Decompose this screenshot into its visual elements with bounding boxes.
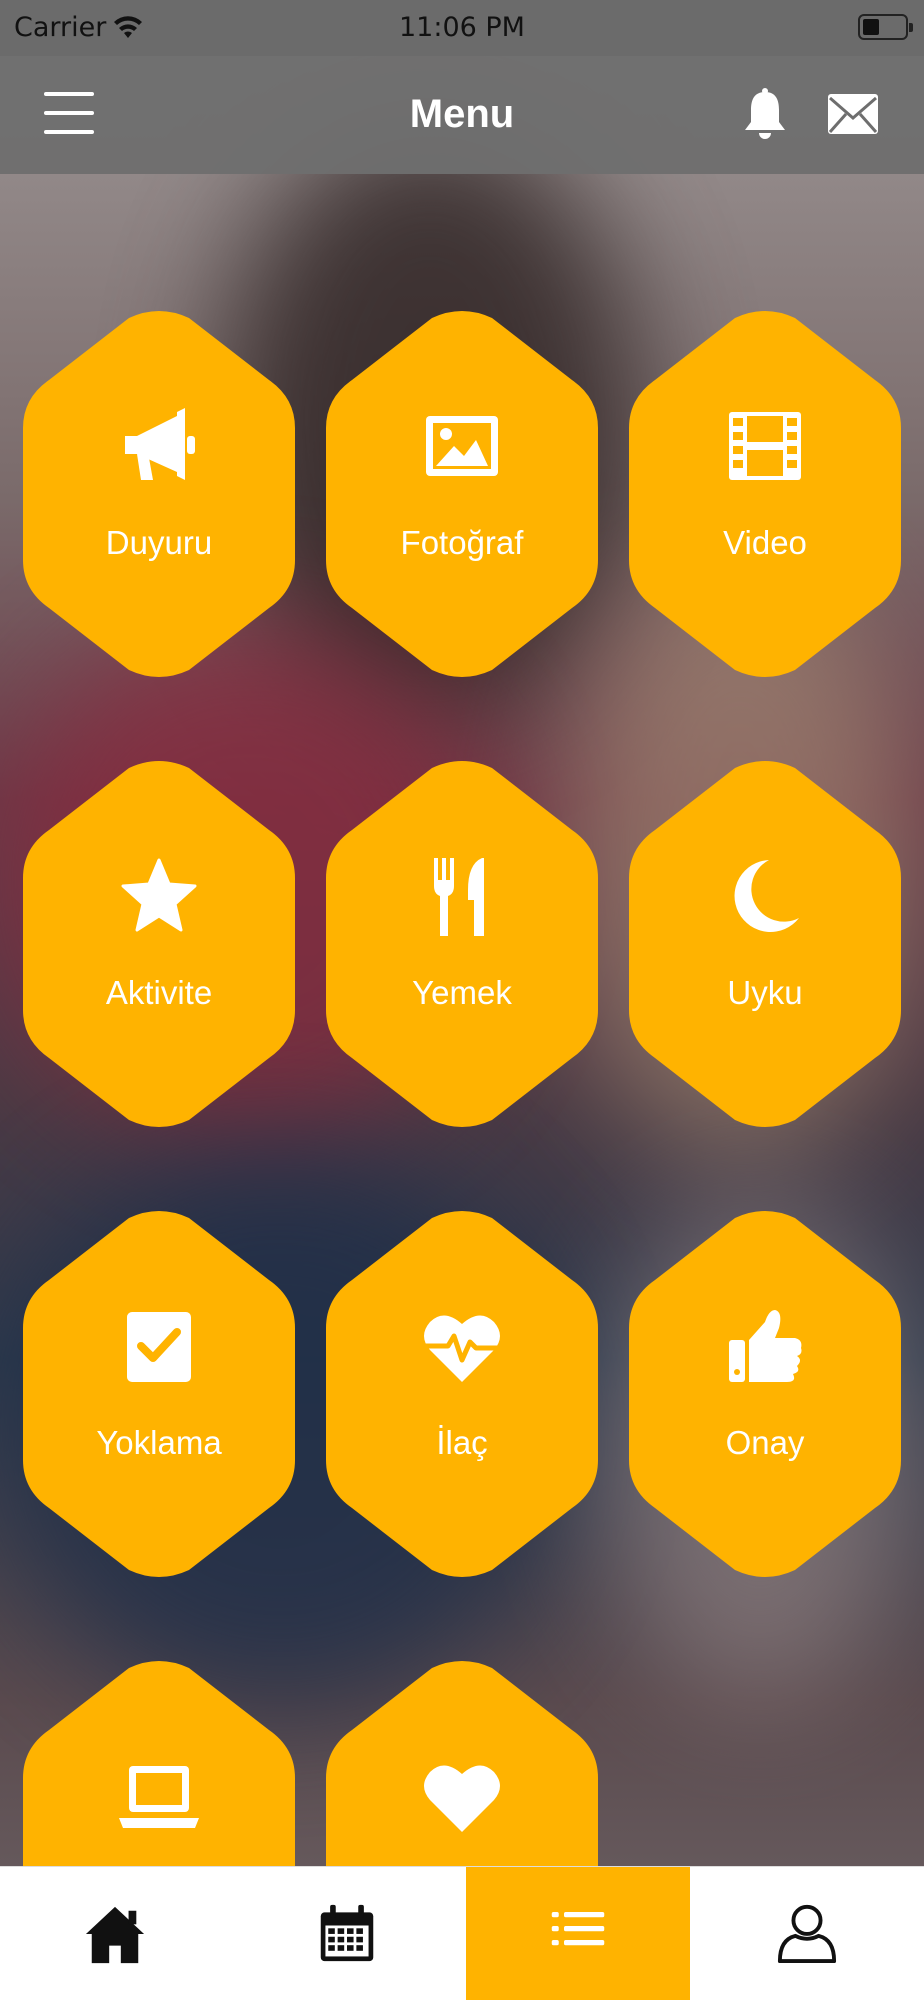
mail-icon[interactable] — [826, 90, 880, 138]
hexagon-tile — [326, 1211, 598, 1577]
menu-item-label: Duyuru — [105, 524, 213, 561]
bell-icon[interactable] — [742, 86, 788, 140]
menu-item-label: Fotoğraf — [400, 524, 524, 561]
menu-grid: Duyuru Fotoğraf Video Aktivite Yemek Uyk… — [0, 174, 924, 1866]
list-icon — [551, 1912, 605, 1946]
menu-item-video[interactable]: Video — [627, 310, 903, 678]
menu-item-label: Onay — [725, 1424, 805, 1461]
heart-icon — [424, 1765, 500, 1832]
hexagon-tile — [23, 761, 295, 1127]
menu-item-yoklama[interactable]: Yoklama — [21, 1210, 297, 1578]
laptop-icon — [119, 1766, 199, 1828]
hexagon-tile — [326, 311, 598, 677]
home-icon — [85, 1906, 145, 1964]
menu-item-yemek[interactable]: Yemek — [324, 760, 600, 1128]
status-time: 11:06 PM — [399, 12, 525, 43]
checkbox-icon — [127, 1312, 191, 1382]
image-icon — [426, 416, 498, 476]
menu-item-aktivite[interactable]: Aktivite — [21, 760, 297, 1128]
menu-item-label: Yoklama — [96, 1424, 222, 1461]
header-bar: Menu — [0, 56, 924, 174]
menu-item-laptop[interactable] — [21, 1660, 297, 1866]
bottom-tab-bar — [0, 1866, 924, 2000]
hexagon-tile — [23, 311, 295, 677]
moon-icon — [734, 860, 799, 932]
tab-calendar[interactable] — [231, 1867, 466, 2000]
menu-item-ilac[interactable]: İlaç — [324, 1210, 600, 1578]
menu-item-onay[interactable]: Onay — [627, 1210, 903, 1578]
menu-item-label: Yemek — [412, 974, 512, 1011]
megaphone-icon — [125, 408, 195, 480]
hexagon-tile — [629, 761, 901, 1127]
hexagon-tile — [326, 761, 598, 1127]
user-icon — [777, 1904, 837, 1963]
status-bar: Carrier 11:06 PM — [0, 0, 924, 56]
hexagon-tile — [629, 311, 901, 677]
heartbeat-icon — [424, 1315, 500, 1382]
menu-item-uyku[interactable]: Uyku — [627, 760, 903, 1128]
battery-icon — [858, 14, 913, 40]
tab-profile[interactable] — [690, 1867, 924, 2000]
tab-home[interactable] — [0, 1867, 231, 2000]
calendar-icon — [320, 1904, 374, 1962]
fork-knife-icon — [434, 858, 484, 936]
tab-list[interactable] — [466, 1867, 690, 2000]
menu-item-fotograf[interactable]: Fotoğraf — [324, 310, 600, 678]
star-icon — [121, 858, 197, 932]
thumbs-up-icon — [729, 1310, 802, 1382]
menu-item-heart[interactable] — [324, 1660, 600, 1866]
film-icon — [729, 412, 801, 480]
menu-item-label: Video — [723, 524, 807, 561]
menu-item-label: Aktivite — [105, 974, 213, 1011]
menu-item-label: İlaç — [436, 1424, 488, 1461]
menu-item-duyuru[interactable]: Duyuru — [21, 310, 297, 678]
hexagon-tile — [23, 1211, 295, 1577]
hexagon-tile — [629, 1211, 901, 1577]
menu-item-label: Uyku — [727, 974, 803, 1011]
